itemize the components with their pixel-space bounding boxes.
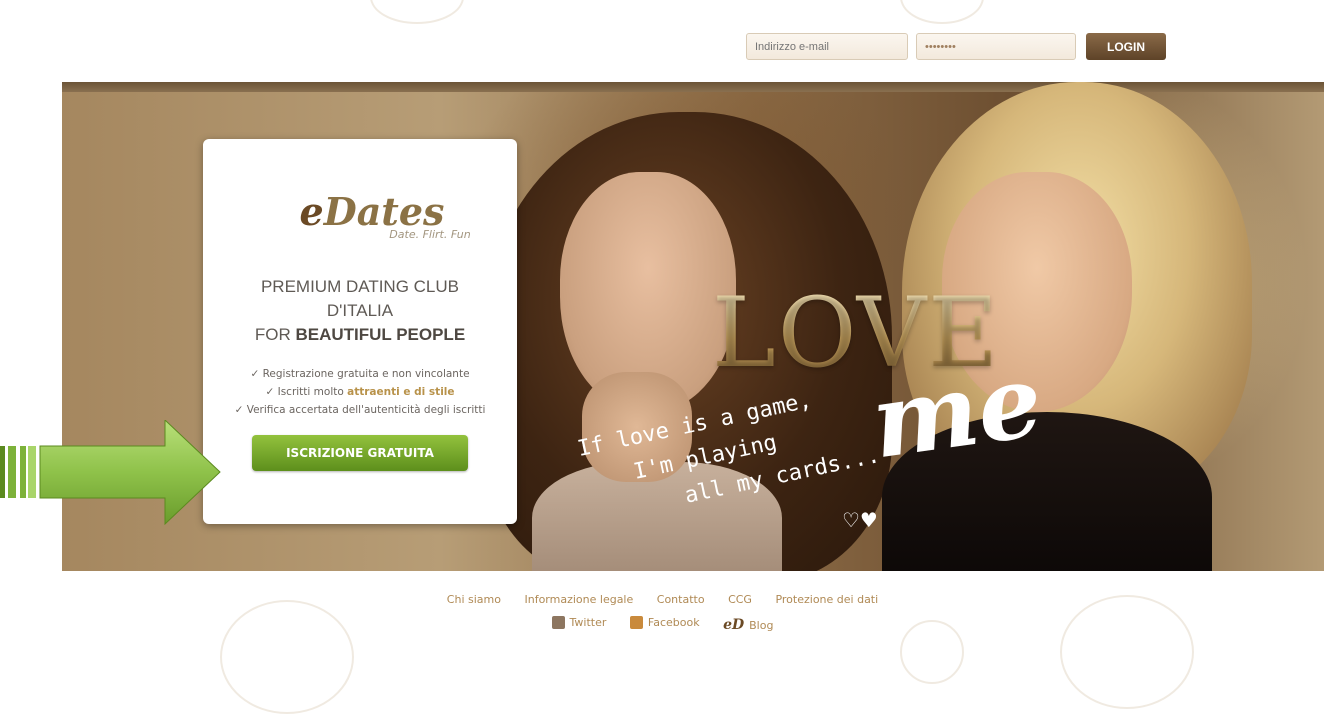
card-headline: PREMIUM DATING CLUB D'ITALIA FOR BEAUTIF… (203, 275, 517, 347)
blog-label: Blog (749, 618, 774, 632)
headline-line: PREMIUM DATING CLUB (260, 277, 460, 296)
benefit-item: ✓ Verifica accertata dell'autenticità de… (234, 404, 486, 416)
twitter-icon (551, 616, 565, 629)
arrow-right-icon (0, 420, 221, 525)
benefit-item: ✓ Iscritti molto attraenti e di stile (203, 383, 517, 401)
benefit-highlight: attraenti e di stile (347, 386, 455, 398)
logo-e: e (299, 189, 324, 234)
hearts-icon: ♡♥ (842, 508, 878, 532)
decorative-swirl (900, 0, 984, 24)
edates-logo: eDates (215, 189, 529, 234)
benefit-text: ✓ Iscritti molto (265, 386, 348, 398)
twitter-link[interactable]: Twitter (551, 616, 607, 629)
benefits-list: ✓ Registrazione gratuita e non vincolant… (203, 365, 517, 419)
footer-link-contatto[interactable]: Contatto (657, 593, 705, 606)
footer: Chi siamo Informazione legale Contatto C… (0, 593, 1325, 633)
hero-me-text: me (864, 340, 1049, 482)
signup-card: eDates Date. Flirt. Fun PREMIUM DATING C… (203, 139, 517, 524)
footer-link-chi-siamo[interactable]: Chi siamo (447, 593, 501, 606)
login-button[interactable]: LOGIN (1086, 33, 1166, 60)
free-signup-button[interactable]: ISCRIZIONE GRATUITA (252, 435, 468, 471)
benefit-item: ✓ Registrazione gratuita e non vincolant… (250, 368, 470, 380)
blog-link[interactable]: eD Blog (723, 617, 773, 633)
footer-social: Twitter Facebook eD Blog (0, 616, 1325, 633)
headline-bold: BEAUTIFUL PEOPLE (295, 325, 466, 344)
footer-links: Chi siamo Informazione legale Contatto C… (0, 593, 1325, 606)
edates-blog-icon: eD (723, 617, 745, 633)
footer-link-informazione-legale[interactable]: Informazione legale (524, 593, 633, 606)
headline-line: FOR BEAUTIFUL PEOPLE (203, 323, 517, 347)
email-field[interactable] (746, 33, 908, 60)
decorative-swirl (370, 0, 464, 24)
logo-text: Dates (323, 189, 445, 234)
twitter-label: Twitter (569, 616, 607, 629)
headline-line: D'ITALIA (326, 301, 394, 320)
password-field[interactable] (916, 33, 1076, 60)
facebook-label: Facebook (647, 616, 700, 629)
headline-prefix: FOR (254, 325, 296, 344)
footer-link-ccg[interactable]: CCG (728, 593, 752, 606)
facebook-link[interactable]: Facebook (629, 616, 700, 629)
footer-link-protezione-dati[interactable]: Protezione dei dati (775, 593, 878, 606)
facebook-icon (629, 616, 643, 629)
login-form: LOGIN (746, 33, 1166, 60)
